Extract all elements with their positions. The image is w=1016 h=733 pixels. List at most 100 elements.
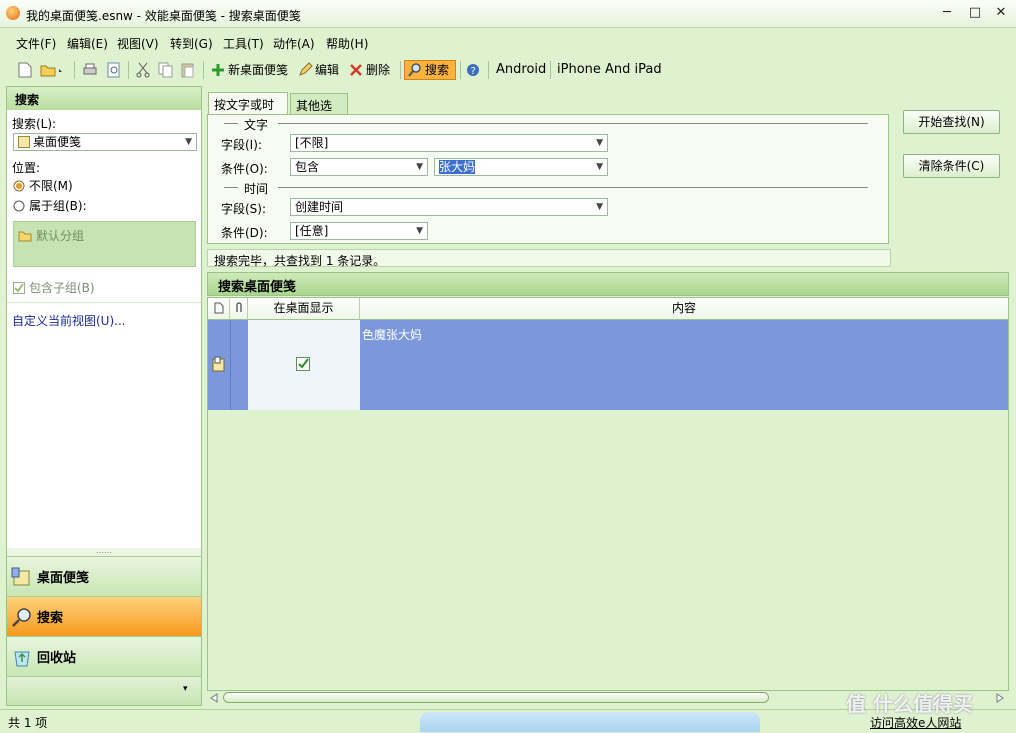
new-note-button[interactable]: 新桌面便笺	[210, 60, 288, 80]
chevron-down-icon: ▼	[596, 162, 603, 172]
maximize-button[interactable]: □	[964, 4, 986, 22]
condition-label: 条件(O):	[221, 162, 268, 176]
radio-selected-icon	[13, 180, 25, 191]
chevron-down-icon: ▼	[185, 137, 192, 147]
menu-file[interactable]: 文件(F)	[16, 35, 56, 52]
folder-icon	[18, 231, 32, 241]
android-button[interactable]: Android	[496, 60, 546, 80]
radio-group[interactable]: 属于组(B):	[13, 197, 87, 214]
minimize-button[interactable]: ─	[936, 4, 958, 22]
chevron-down-icon: ▼	[596, 138, 603, 148]
svg-text:?: ?	[471, 66, 476, 77]
scroll-right-icon[interactable]	[995, 693, 1005, 703]
menu-action[interactable]: 动作(A)	[273, 35, 315, 52]
print-preview-icon[interactable]	[106, 60, 122, 80]
document-icon	[214, 302, 223, 314]
time-condition-label: 条件(D):	[221, 226, 268, 240]
table-row[interactable]: 色魔张大妈	[208, 320, 1008, 410]
plus-icon	[212, 64, 224, 76]
app-icon	[6, 6, 20, 20]
nav-recycle-bin[interactable]: 回收站	[7, 636, 201, 676]
magnifier-icon	[12, 608, 31, 627]
column-attachment[interactable]	[230, 298, 248, 320]
divider	[278, 123, 868, 124]
section-text-label: 文字	[244, 118, 269, 132]
text-field-select[interactable]: [不限] ▼	[290, 134, 608, 152]
tab-text-or-time[interactable]: 按文字或时间	[208, 92, 288, 129]
results-table: 在桌面显示 内容 色魔张大妈	[207, 297, 1009, 691]
divider	[224, 187, 238, 188]
edit-button[interactable]: 编辑	[297, 60, 339, 80]
time-field-select[interactable]: 创建时间 ▼	[290, 198, 608, 216]
copy-icon[interactable]	[158, 60, 174, 80]
scroll-left-icon[interactable]	[209, 693, 219, 703]
menu-help[interactable]: 帮助(H)	[326, 35, 368, 52]
panel-splitter[interactable]: ......	[7, 547, 201, 556]
column-show-on-desktop[interactable]: 在桌面显示	[248, 298, 360, 320]
note-icon	[212, 356, 225, 372]
checkbox-checked-icon[interactable]	[296, 357, 310, 371]
chevron-down-icon[interactable]: ▾	[183, 684, 188, 694]
recycle-bin-icon	[14, 651, 30, 667]
checkbox-checked-icon	[13, 281, 25, 294]
new-file-icon[interactable]	[18, 60, 32, 80]
column-content[interactable]: 内容	[360, 298, 1008, 320]
search-status: 搜索完毕，共查找到 1 条记录。	[207, 249, 891, 268]
menu-view[interactable]: 视图(V)	[117, 35, 159, 52]
open-folder-icon[interactable]	[40, 60, 64, 80]
nav-desktop-notes[interactable]: 桌面便笺	[7, 556, 201, 596]
delete-button[interactable]: 删除	[348, 60, 390, 80]
left-panel-header: 搜索	[7, 87, 201, 110]
field-label: 字段(I):	[221, 138, 262, 152]
nav-search[interactable]: 搜索	[7, 596, 201, 636]
iphone-ipad-button[interactable]: iPhone And iPad	[557, 60, 662, 80]
toolbar: 新桌面便笺 编辑 删除 搜索 ? Android iPhone And iPad	[0, 56, 1016, 84]
paperclip-icon	[235, 302, 242, 312]
search-scope-select[interactable]: 桌面便笺 ▼	[13, 133, 197, 151]
divider	[278, 187, 868, 188]
start-search-button[interactable]: 开始查找(N)	[903, 110, 1000, 134]
condition-select[interactable]: 包含 ▼	[290, 158, 428, 176]
menu-edit[interactable]: 编辑(E)	[67, 35, 108, 52]
time-field-label: 字段(S):	[221, 202, 267, 216]
default-group-item[interactable]: 默认分组	[18, 227, 84, 244]
scrollbar-thumb[interactable]	[223, 692, 769, 703]
chevron-down-icon: ▼	[416, 162, 423, 172]
section-time-label: 时间	[244, 182, 269, 196]
left-panel: 搜索 搜索(L): 桌面便笺 ▼ 位置: 不限(M) 属于组(B): 默认分组 包…	[6, 86, 202, 706]
clear-conditions-button[interactable]: 清除条件(C)	[903, 154, 1000, 178]
radio-all[interactable]: 不限(M)	[13, 177, 73, 194]
menu-goto[interactable]: 转到(G)	[170, 35, 213, 52]
paste-icon[interactable]	[180, 60, 196, 80]
chevron-down-icon: ▼	[596, 202, 603, 212]
column-type[interactable]	[208, 298, 230, 320]
time-condition-select[interactable]: [任意] ▼	[290, 222, 428, 240]
customize-view-link[interactable]: 自定义当前视图(U)...	[12, 312, 126, 329]
show-on-desktop-cell[interactable]	[248, 320, 360, 410]
item-count: 共 1 项	[8, 716, 48, 730]
search-button[interactable]: 搜索	[404, 60, 456, 80]
radio-unselected-icon	[13, 200, 25, 211]
search-form: 文字 字段(I): [不限] ▼ 条件(O): 包含 ▼ 张大妈 ▼ 时间 字段(S)…	[207, 114, 889, 244]
position-label: 位置:	[12, 161, 41, 175]
close-button[interactable]: ✕	[990, 4, 1012, 22]
cut-icon[interactable]	[136, 60, 150, 80]
window-title: 我的桌面便笺.esnw - 效能桌面便笺 - 搜索桌面便笺	[26, 9, 301, 23]
tab-other-options[interactable]: 其他选项	[290, 93, 348, 130]
results-title: 搜索桌面便笺	[207, 272, 1009, 296]
watermark: 值 什么值得买	[846, 692, 973, 716]
help-icon[interactable]: ?	[466, 60, 480, 80]
menu-tools[interactable]: 工具(T)	[223, 35, 264, 52]
note-icon	[18, 136, 30, 148]
search-label: 搜索(L):	[12, 117, 57, 131]
decorative-wave	[420, 712, 760, 732]
print-icon[interactable]	[82, 60, 98, 80]
content-cell: 色魔张大妈	[362, 328, 423, 342]
include-subgroup-checkbox[interactable]: 包含子组(B)	[13, 279, 95, 296]
group-list[interactable]: 默认分组	[13, 221, 196, 267]
magnifier-icon	[408, 63, 421, 77]
divider	[224, 123, 238, 124]
nav-overflow[interactable]: ▾	[7, 676, 201, 705]
divider	[230, 320, 231, 410]
keyword-input[interactable]: 张大妈 ▼	[434, 158, 608, 176]
